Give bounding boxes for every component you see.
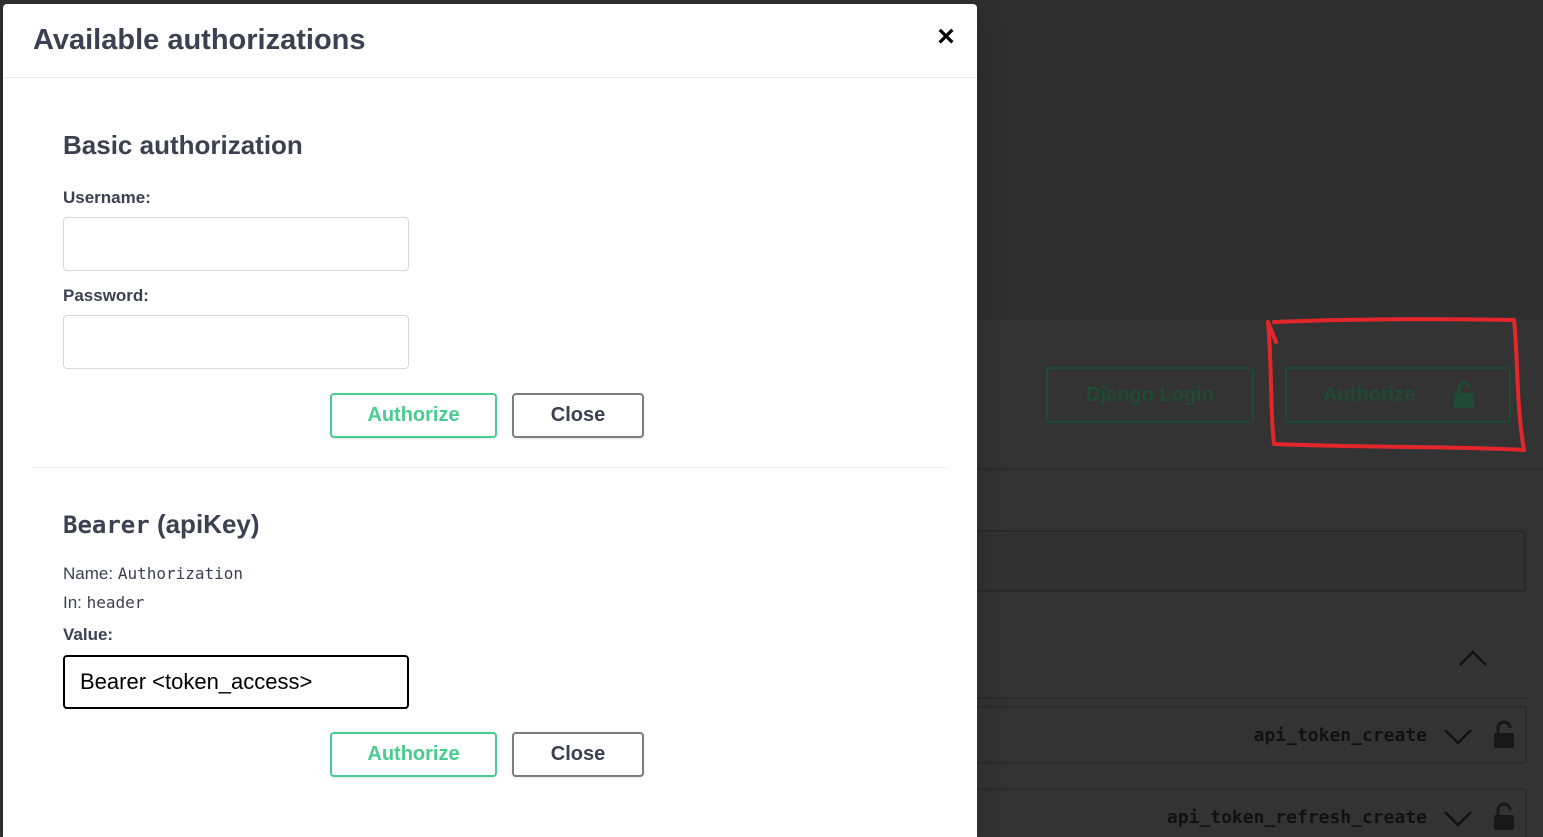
name-value: Authorization [117,564,244,583]
chevron-down-icon[interactable] [1443,726,1473,746]
chevron-up-icon[interactable] [1458,648,1488,668]
basic-auth-section: Basic authorization Username: Password: [63,130,409,369]
filter-box [960,530,1526,592]
modal-header: Available authorizations × [3,4,977,78]
api-key-value-input[interactable] [63,655,409,709]
section-divider [978,697,1526,699]
basic-authorize-button[interactable]: Authorize [330,393,497,438]
bearer-authorize-button[interactable]: Authorize [330,732,497,777]
operation-row[interactable]: api_token_create [960,706,1527,764]
bearer-auth-title: Bearer (apiKey) [63,509,409,540]
operation-row[interactable]: api_token_refresh_create [960,788,1527,837]
bearer-close-button[interactable]: Close [512,732,644,777]
location-line: In: header [63,588,409,617]
django-login-button[interactable]: Django Login [1046,367,1254,423]
modal-title: Available authorizations [33,24,366,56]
scheme-divider [978,468,1543,470]
django-login-label: Django Login [1086,383,1214,406]
basic-auth-title: Basic authorization [63,130,303,160]
value-label: Value: [63,625,114,644]
lock-icon[interactable] [1493,720,1515,750]
operation-name: api_token_refresh_create [1166,807,1427,828]
username-label: Username: [63,188,151,207]
name-label: Name: [63,564,114,583]
bearer-scheme-name: Bearer [63,511,150,539]
authorizations-modal: Available authorizations × Basic authori… [3,4,977,837]
bearer-auth-section: Bearer (apiKey) Name: Authorization In: … [63,509,409,709]
basic-close-button[interactable]: Close [512,393,644,438]
password-label: Password: [63,286,149,305]
password-input[interactable] [63,315,409,369]
in-label: In: [63,593,82,612]
close-icon[interactable]: × [931,22,961,52]
bearer-scheme-type: (apiKey) [156,509,260,539]
authorize-label: Authorize [1323,383,1416,406]
authorize-button[interactable]: Authorize [1285,367,1511,423]
chevron-down-icon[interactable] [1443,808,1473,828]
operation-name: api_token_create [1253,725,1427,746]
lock-icon[interactable] [1493,802,1515,832]
username-input[interactable] [63,217,409,271]
header-name-line: Name: Authorization [63,559,409,588]
modal-divider [33,467,947,468]
lock-open-icon [1454,381,1474,408]
in-value: header [86,593,145,612]
